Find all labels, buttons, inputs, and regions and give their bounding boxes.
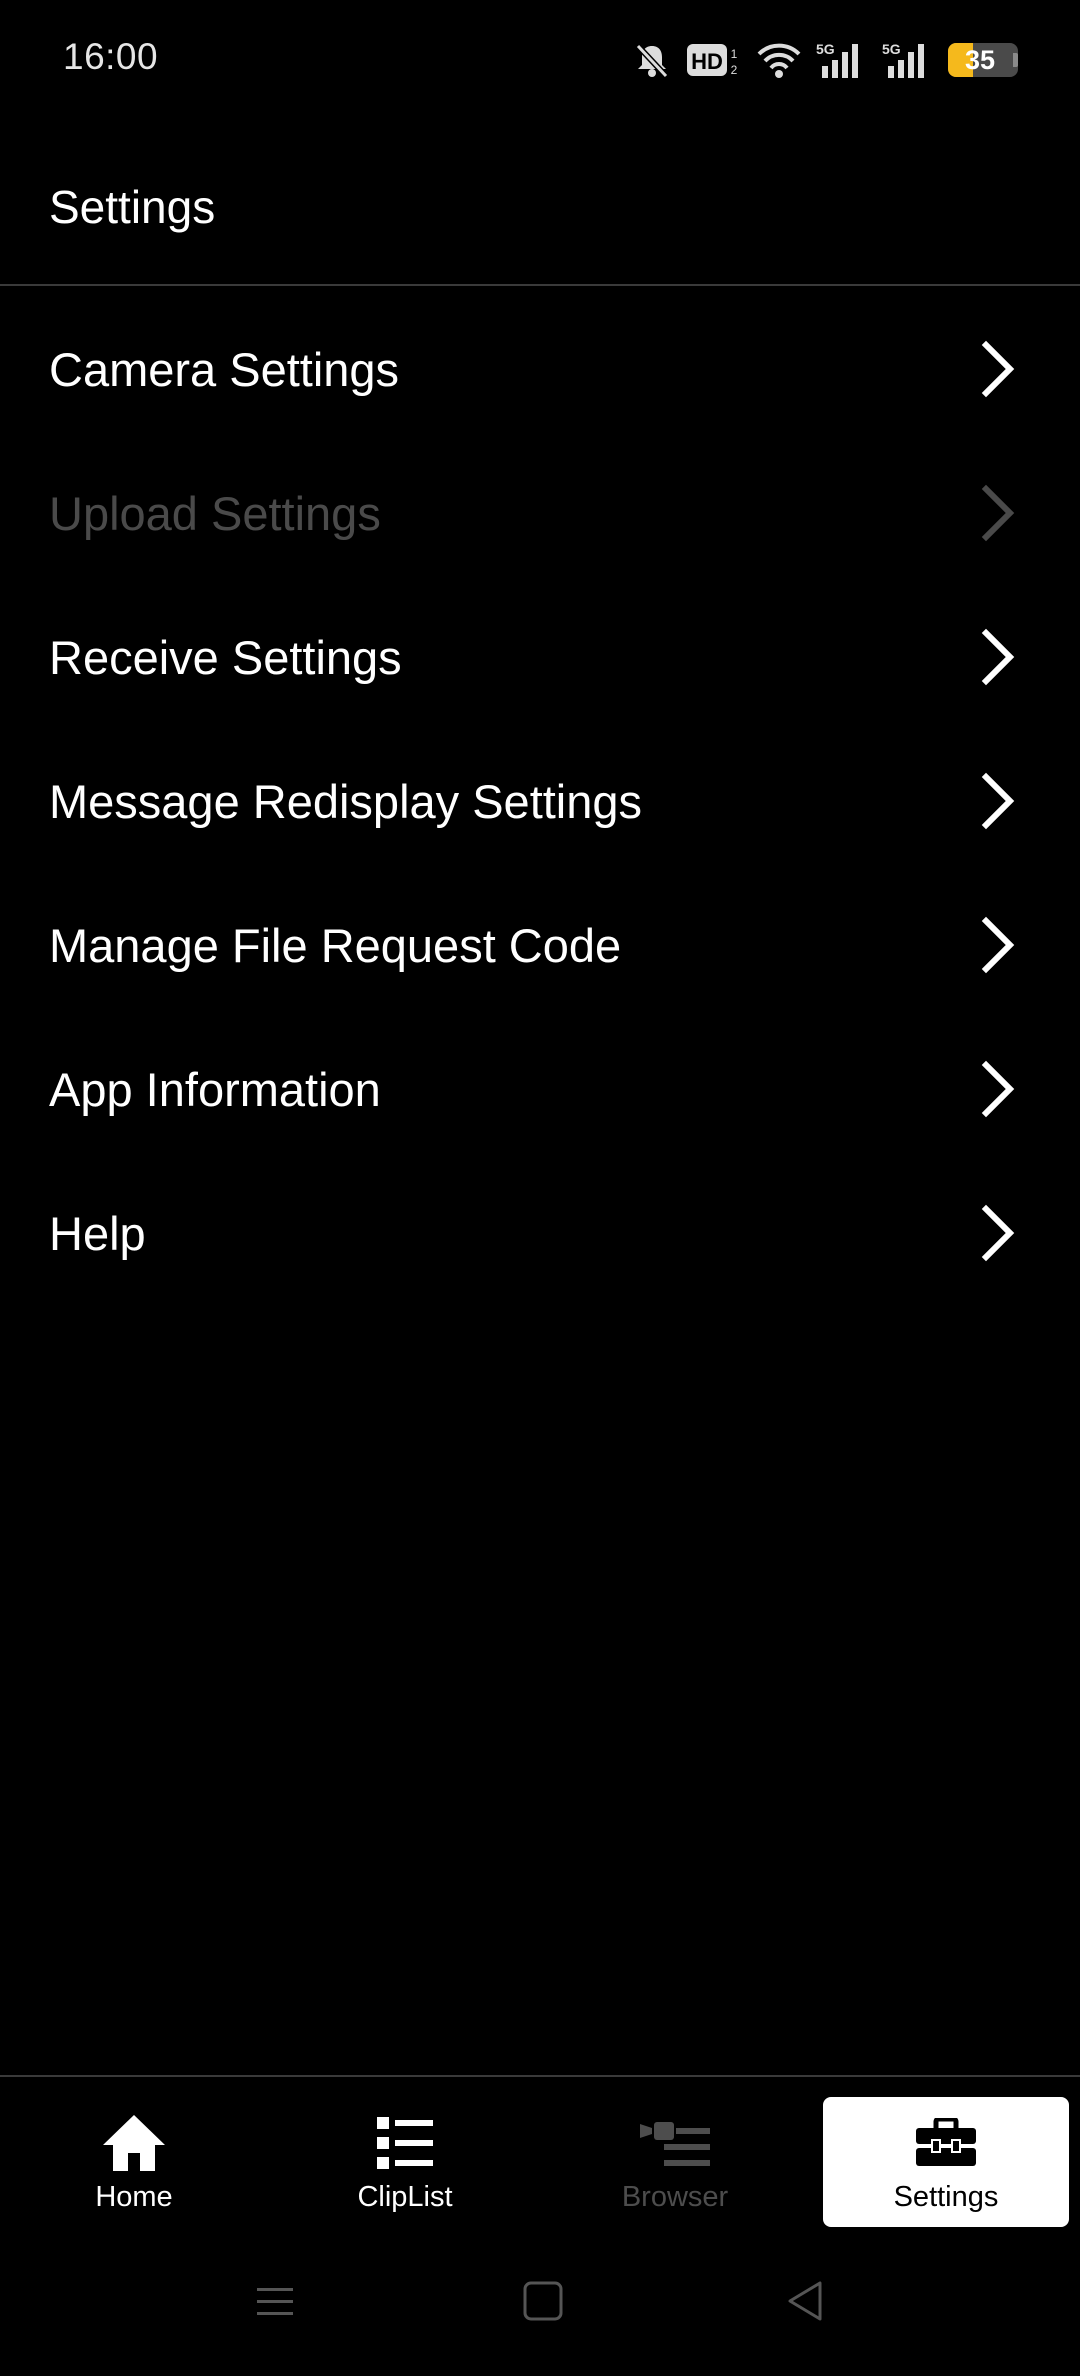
battery-icon: 35 xyxy=(948,43,1018,77)
hd-label: HD xyxy=(691,49,723,74)
menu-item-receive-settings[interactable]: Receive Settings xyxy=(0,585,1080,729)
hd-voice-icon: HD 1 2 xyxy=(686,40,742,80)
menu-item-label: Help xyxy=(49,1206,146,1260)
wifi-icon xyxy=(756,40,802,80)
status-time: 16:00 xyxy=(63,36,159,77)
home-icon xyxy=(101,2111,167,2175)
menu-item-app-information[interactable]: App Information xyxy=(0,1017,1080,1161)
menu-item-label: App Information xyxy=(49,1062,381,1116)
menu-item-help[interactable]: Help xyxy=(0,1161,1080,1305)
back-triangle-icon[interactable] xyxy=(776,2276,836,2326)
nav-browser[interactable]: Browser xyxy=(552,2097,798,2227)
menu-icon[interactable] xyxy=(245,2276,305,2326)
nav-home[interactable]: Home xyxy=(11,2097,257,2227)
battery-level: 35 xyxy=(964,44,996,75)
browser-camera-icon xyxy=(638,2111,712,2175)
nav-label: Home xyxy=(95,2181,173,2213)
menu-item-manage-file-request-code[interactable]: Manage File Request Code xyxy=(0,873,1080,1017)
menu-item-message-redisplay-settings[interactable]: Message Redisplay Settings xyxy=(0,729,1080,873)
home-square-icon[interactable] xyxy=(513,2276,573,2326)
toolbox-icon xyxy=(914,2111,978,2175)
chevron-right-icon xyxy=(978,915,1018,975)
signal-5g-icon: 5G xyxy=(816,40,868,80)
mute-bell-icon xyxy=(632,40,672,80)
chevron-right-icon xyxy=(978,627,1018,687)
svg-text:5G: 5G xyxy=(816,41,835,57)
chevron-right-icon xyxy=(978,771,1018,831)
menu-item-label: Camera Settings xyxy=(49,342,400,396)
chevron-right-icon xyxy=(978,1203,1018,1263)
battery-tip xyxy=(1013,53,1018,67)
system-nav-bar xyxy=(0,2228,1080,2376)
menu-item-label: Message Redisplay Settings xyxy=(49,774,643,828)
menu-item-label: Manage File Request Code xyxy=(49,918,622,972)
status-bar: 16:00 HD 1 2 5G 5G 35 xyxy=(0,0,1080,120)
settings-menu: Camera Settings Upload Settings Receive … xyxy=(0,297,1080,1305)
page-title: Settings xyxy=(49,181,216,233)
nav-label: ClipList xyxy=(357,2181,453,2213)
nav-settings[interactable]: Settings xyxy=(823,2097,1069,2227)
bottom-nav: Home ClipList Browser Settings xyxy=(0,2075,1080,2228)
menu-item-label: Upload Settings xyxy=(49,486,381,540)
svg-text:1: 1 xyxy=(731,47,738,61)
signal-5g-icon: 5G xyxy=(882,40,934,80)
chevron-right-icon xyxy=(978,1059,1018,1119)
list-icon xyxy=(375,2111,435,2175)
menu-item-upload-settings[interactable]: Upload Settings xyxy=(0,441,1080,585)
menu-item-camera-settings[interactable]: Camera Settings xyxy=(0,297,1080,441)
svg-text:2: 2 xyxy=(731,63,738,77)
nav-label: Browser xyxy=(621,2181,729,2213)
chevron-right-icon xyxy=(978,339,1018,399)
chevron-right-icon xyxy=(978,483,1018,543)
page-header: Settings xyxy=(0,120,1080,286)
nav-cliplist[interactable]: ClipList xyxy=(282,2097,528,2227)
status-icons: HD 1 2 5G 5G 35 xyxy=(632,38,1018,82)
svg-text:5G: 5G xyxy=(882,41,901,57)
nav-label: Settings xyxy=(893,2181,999,2213)
menu-item-label: Receive Settings xyxy=(49,630,402,684)
